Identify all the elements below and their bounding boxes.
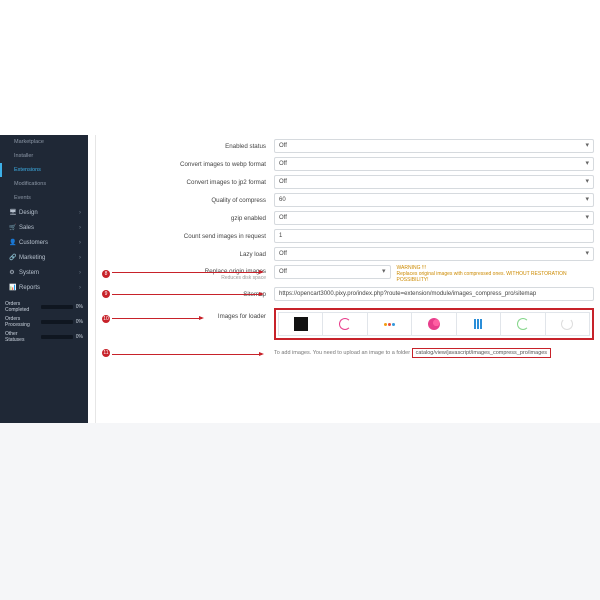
spinner-icon (517, 318, 529, 330)
sidebar-item-system[interactable]: ⚙System› (0, 265, 88, 280)
stat-orders-completed: Orders Completed0% (5, 301, 83, 313)
spinner-icon (339, 318, 351, 330)
label-convert-jp2: Convert images to jp2 format (106, 179, 274, 186)
select-replace-origin[interactable]: Off (274, 265, 391, 279)
callout-arrow-8 (112, 272, 262, 273)
sidebar: Marketplace Installer Extensions Modific… (0, 135, 88, 423)
loader-option-spinner-green[interactable] (501, 313, 545, 335)
sidebar-sub-installer[interactable]: Installer (0, 149, 88, 163)
label-count-send: Count send images in request (106, 233, 274, 240)
upload-path-highlight: catalog/view/javascript/images_compress_… (412, 348, 551, 358)
chevron-right-icon: › (79, 255, 81, 261)
loader-option-dots[interactable] (368, 313, 412, 335)
label-convert-webp: Convert images to webp format (106, 161, 274, 168)
chevron-right-icon: › (79, 270, 81, 276)
chevron-right-icon: › (79, 225, 81, 231)
select-convert-jp2[interactable]: Off (274, 175, 594, 189)
label-gzip: gzip enabled (106, 215, 274, 222)
warning-replace-origin: WARNING !!!Replaces original images with… (397, 265, 594, 283)
user-icon: 👤 (9, 239, 15, 246)
loader-gallery (274, 308, 594, 340)
chart-icon: 📊 (9, 284, 15, 291)
select-enabled-status[interactable]: Off (274, 139, 594, 153)
input-sitemap[interactable]: https://opencart3000.pixy.pro/index.php?… (274, 287, 594, 301)
label-replace-origin: Replace origin imagesReduces disk space (106, 268, 274, 281)
callout-arrow-10 (112, 318, 202, 319)
cart-icon: 🛒 (9, 224, 15, 231)
sidebar-item-reports[interactable]: 📊Reports› (0, 280, 88, 295)
loader-option-disc[interactable] (412, 313, 456, 335)
sidebar-sub-marketplace[interactable]: Marketplace (0, 135, 88, 149)
callout-badge-8: 8 (102, 270, 110, 278)
dots-icon (384, 323, 395, 326)
label-enabled-status: Enabled status (106, 143, 274, 150)
stat-orders-processing: Orders Processing0% (5, 316, 83, 328)
top-whitespace (0, 0, 600, 135)
sidebar-item-marketing[interactable]: 🔗Marketing› (0, 250, 88, 265)
callout-badge-9: 9 (102, 290, 110, 298)
design-icon: 🖥 (9, 209, 15, 216)
stat-other-statuses: Other Statuses0% (5, 331, 83, 343)
upload-note: To add images. You need to upload an ima… (274, 347, 594, 359)
loader-option-spinner-grey[interactable] (546, 313, 589, 335)
sidebar-item-sales[interactable]: 🛒Sales› (0, 220, 88, 235)
input-count-send[interactable]: 1 (274, 229, 594, 243)
chevron-right-icon: › (79, 240, 81, 246)
black-square-icon (294, 317, 308, 331)
select-gzip[interactable]: Off (274, 211, 594, 225)
gear-icon: ⚙ (9, 269, 15, 276)
pink-disc-icon (428, 318, 440, 330)
callout-arrow-11 (112, 354, 262, 355)
sidebar-sub-extensions[interactable]: Extensions (0, 163, 88, 177)
sidebar-item-design[interactable]: 🖥Design› (0, 205, 88, 220)
chevron-right-icon: › (79, 210, 81, 216)
callout-arrow-9 (112, 294, 262, 295)
callout-badge-11: 11 (102, 349, 110, 357)
sidebar-sub-modifications[interactable]: Modifications (0, 177, 88, 191)
panel-edge (95, 135, 100, 423)
select-quality[interactable]: 60 (274, 193, 594, 207)
share-icon: 🔗 (9, 254, 15, 261)
bars-icon (474, 319, 482, 329)
loader-option-black[interactable] (279, 313, 323, 335)
loader-option-spinner-pink[interactable] (323, 313, 367, 335)
callout-badge-10: 10 (102, 315, 110, 323)
sidebar-sub-events[interactable]: Events (0, 191, 88, 205)
sidebar-stats: Orders Completed0% Orders Processing0% O… (0, 301, 88, 343)
sidebar-item-customers[interactable]: 👤Customers› (0, 235, 88, 250)
label-lazy: Lazy load (106, 251, 274, 258)
content-panel: Enabled status Off Convert images to web… (88, 135, 600, 423)
label-quality: Quality of compress (106, 197, 274, 204)
select-lazy[interactable]: Off (274, 247, 594, 261)
chevron-right-icon: › (79, 285, 81, 291)
spinner-icon (561, 318, 573, 330)
loader-option-bars[interactable] (457, 313, 501, 335)
select-convert-webp[interactable]: Off (274, 157, 594, 171)
